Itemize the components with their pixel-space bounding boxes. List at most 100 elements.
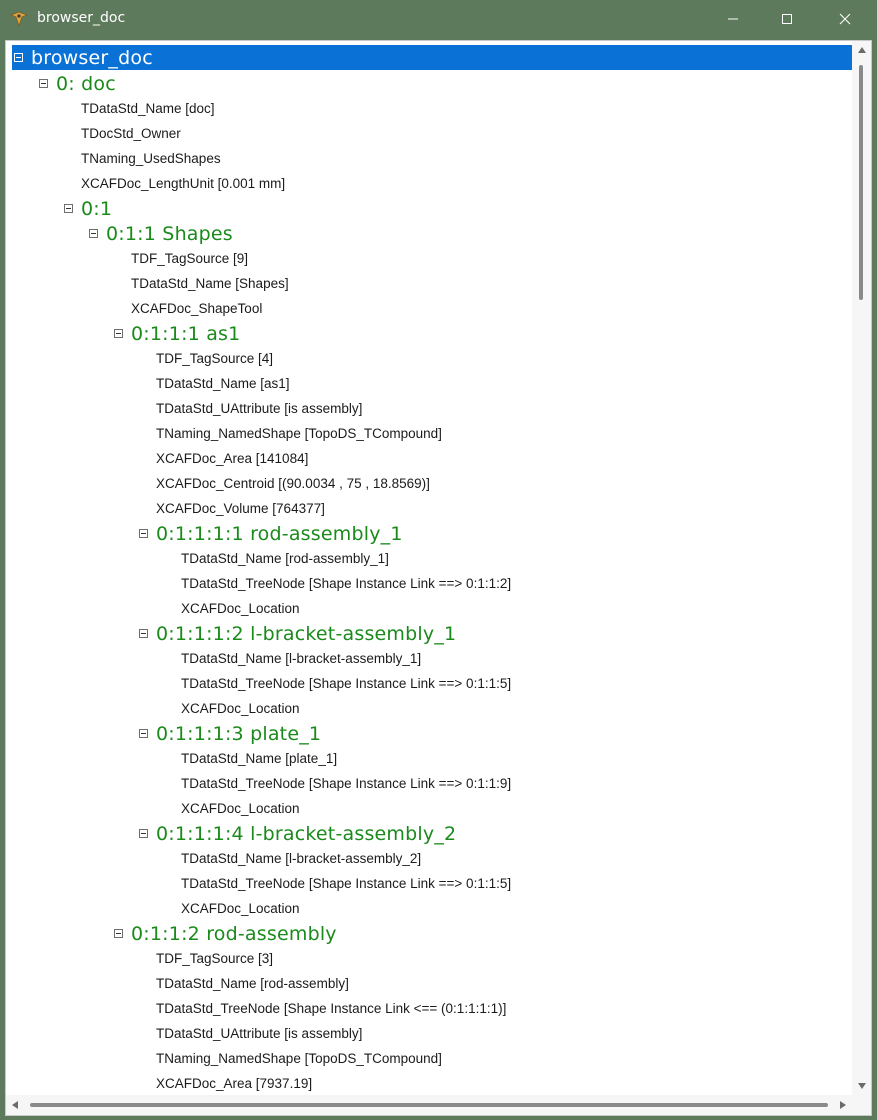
tree-node-label: 0:1:1:2 rod-assembly (131, 922, 337, 945)
tree-attribute[interactable]: XCAFDoc_Centroid [(90.0034 , 75 , 18.856… (156, 471, 430, 496)
scroll-left-icon[interactable] (12, 1101, 18, 1109)
tree-attribute[interactable]: TDF_TagSource [9] (131, 246, 248, 271)
app-icon (9, 11, 29, 28)
tree-attribute[interactable]: TDataStd_UAttribute [is assembly] (156, 396, 362, 421)
tree-attribute[interactable]: XCAFDoc_Location (181, 896, 300, 921)
tree-node[interactable]: 0: doc (39, 71, 116, 96)
tree-attribute[interactable]: XCAFDoc_Volume [764377] (156, 496, 325, 521)
horizontal-scroll-thumb[interactable] (30, 1103, 828, 1107)
collapse-toggle-icon[interactable] (114, 329, 123, 338)
tree-attribute[interactable]: TDataStd_Name [doc] (81, 96, 215, 121)
title-bar[interactable]: browser_doc (0, 0, 877, 38)
tree-node[interactable]: 0:1:1:1:2 l-bracket-assembly_1 (139, 621, 456, 646)
tree-attribute-label: TDataStd_Name [l-bracket-assembly_2] (181, 851, 422, 866)
tree-attribute-label: XCAFDoc_Location (181, 801, 300, 816)
document-tree[interactable]: browser_doc 0: doc TDataStd_Name [doc] TDoc… (6, 41, 852, 1095)
tree-attribute[interactable]: TDataStd_Name [l-bracket-assembly_1] (181, 646, 421, 671)
tree-node-label: 0:1:1:1:3 plate_1 (156, 722, 322, 745)
tree-attribute[interactable]: XCAFDoc_Location (181, 596, 300, 621)
tree-node[interactable]: 0:1 (64, 196, 112, 221)
tree-node-label: 0:1:1:1:4 l-bracket-assembly_2 (156, 822, 457, 845)
tree-attribute[interactable]: TDataStd_TreeNode [Shape Instance Link =… (181, 671, 511, 696)
tree-attribute-label: TDataStd_Name [l-bracket-assembly_1] (181, 651, 422, 666)
maximize-button[interactable] (762, 0, 812, 38)
tree-attribute-label: TDataStd_UAttribute [is assembly] (156, 401, 363, 416)
collapse-toggle-icon[interactable] (139, 829, 148, 838)
tree-attribute[interactable]: XCAFDoc_LengthUnit [0.001 mm] (81, 171, 285, 196)
tree-node-label: 0: doc (56, 72, 116, 95)
tree-view-panel: browser_doc 0: doc TDataStd_Name [doc] TDoc… (5, 40, 872, 1116)
close-button[interactable] (820, 0, 870, 38)
horizontal-scrollbar[interactable] (6, 1095, 852, 1115)
tree-attribute[interactable]: TDataStd_Name [Shapes] (131, 271, 289, 296)
tree-attribute[interactable]: TDocStd_Owner (81, 121, 181, 146)
tree-node[interactable]: 0:1:1:1:4 l-bracket-assembly_2 (139, 821, 456, 846)
tree-attribute[interactable]: TDF_TagSource [3] (156, 946, 273, 971)
tree-attribute[interactable]: XCAFDoc_Area [141084] (156, 446, 308, 471)
tree-attribute[interactable]: TDataStd_TreeNode [Shape Instance Link =… (181, 571, 511, 596)
tree-attribute[interactable]: TDataStd_TreeNode [Shape Instance Link =… (181, 771, 511, 796)
tree-attribute-label: TDataStd_Name [Shapes] (131, 276, 289, 291)
tree-attribute-label: XCAFDoc_Location (181, 701, 300, 716)
tree-attribute-label: XCAFDoc_ShapeTool (131, 301, 263, 316)
tree-attribute-label: TDataStd_Name [rod-assembly] (156, 976, 349, 991)
tree-attribute[interactable]: TDataStd_UAttribute [is assembly] (156, 1021, 362, 1046)
tree-node[interactable]: 0:1:1:2 rod-assembly (114, 921, 337, 946)
tree-attribute[interactable]: XCAFDoc_Location (181, 696, 300, 721)
collapse-toggle-icon[interactable] (114, 929, 123, 938)
minimize-button[interactable] (708, 0, 758, 38)
tree-attribute-label: TDF_TagSource [4] (156, 351, 274, 366)
collapse-toggle-icon[interactable] (139, 529, 148, 538)
tree-node-label: 0:1 (81, 197, 113, 220)
tree-attribute[interactable]: TNaming_UsedShapes (81, 146, 221, 171)
tree-node[interactable]: 0:1:1:1:1 rod-assembly_1 (139, 521, 403, 546)
collapse-toggle-icon[interactable] (89, 229, 98, 238)
scroll-up-icon[interactable] (858, 47, 866, 53)
tree-attribute[interactable]: TDataStd_TreeNode [Shape Instance Link <… (156, 996, 506, 1021)
tree-node[interactable]: browser_doc (12, 45, 852, 70)
tree-node[interactable]: 0:1:1 Shapes (89, 221, 233, 246)
collapse-toggle-icon[interactable] (139, 729, 148, 738)
tree-attribute-label: TNaming_UsedShapes (81, 151, 221, 166)
tree-attribute[interactable]: TNaming_NamedShape [TopoDS_TCompound] (156, 1046, 442, 1071)
vertical-scroll-thumb[interactable] (859, 65, 863, 300)
tree-attribute[interactable]: TDF_TagSource [4] (156, 346, 273, 371)
tree-node-label: 0:1:1:1:1 rod-assembly_1 (156, 522, 403, 545)
tree-attribute-label: XCAFDoc_LengthUnit [0.001 mm] (81, 176, 286, 191)
tree-node-label: browser_doc (31, 46, 153, 69)
tree-attribute-label: TDF_TagSource [9] (131, 251, 249, 266)
tree-attribute-label: TDocStd_Owner (81, 126, 181, 141)
scrollbar-corner (852, 1095, 871, 1115)
collapse-toggle-icon[interactable] (64, 204, 73, 213)
collapse-toggle-icon[interactable] (14, 53, 23, 62)
tree-attribute-label: TDataStd_Name [plate_1] (181, 751, 338, 766)
tree-attribute[interactable]: TNaming_NamedShape [TopoDS_TCompound] (156, 421, 442, 446)
tree-attribute-label: TDataStd_TreeNode [Shape Instance Link =… (181, 576, 512, 591)
maximize-icon (782, 14, 792, 24)
scroll-down-icon[interactable] (858, 1083, 866, 1089)
tree-attribute-label: TDataStd_Name [as1] (156, 376, 290, 391)
collapse-toggle-icon[interactable] (39, 79, 48, 88)
tree-attribute-label: XCAFDoc_Location (181, 601, 300, 616)
tree-node-label: 0:1:1:1:2 l-bracket-assembly_1 (156, 622, 457, 645)
tree-node[interactable]: 0:1:1:1 as1 (114, 321, 240, 346)
minimize-icon (728, 18, 738, 20)
tree-attribute[interactable]: TDataStd_Name [rod-assembly_1] (181, 546, 389, 571)
collapse-toggle-icon[interactable] (139, 629, 148, 638)
tree-attribute-label: TDataStd_TreeNode [Shape Instance Link =… (181, 676, 512, 691)
tree-node-label: 0:1:1:1 as1 (131, 322, 241, 345)
scroll-right-icon[interactable] (840, 1101, 846, 1109)
tree-attribute-label: XCAFDoc_Area [141084] (156, 451, 309, 466)
tree-attribute[interactable]: TDataStd_Name [as1] (156, 371, 290, 396)
tree-node[interactable]: 0:1:1:1:3 plate_1 (139, 721, 321, 746)
tree-attribute[interactable]: TDataStd_Name [plate_1] (181, 746, 337, 771)
tree-attribute[interactable]: XCAFDoc_Area [7937.19] (156, 1071, 312, 1095)
tree-attribute[interactable]: XCAFDoc_Location (181, 796, 300, 821)
tree-attribute[interactable]: XCAFDoc_ShapeTool (131, 296, 262, 321)
vertical-scrollbar[interactable] (852, 41, 871, 1095)
tree-attribute[interactable]: TDataStd_TreeNode [Shape Instance Link =… (181, 871, 511, 896)
close-icon (839, 13, 851, 25)
tree-attribute-label: TDataStd_Name [rod-assembly_1] (181, 551, 389, 566)
tree-attribute[interactable]: TDataStd_Name [rod-assembly] (156, 971, 349, 996)
tree-attribute[interactable]: TDataStd_Name [l-bracket-assembly_2] (181, 846, 421, 871)
